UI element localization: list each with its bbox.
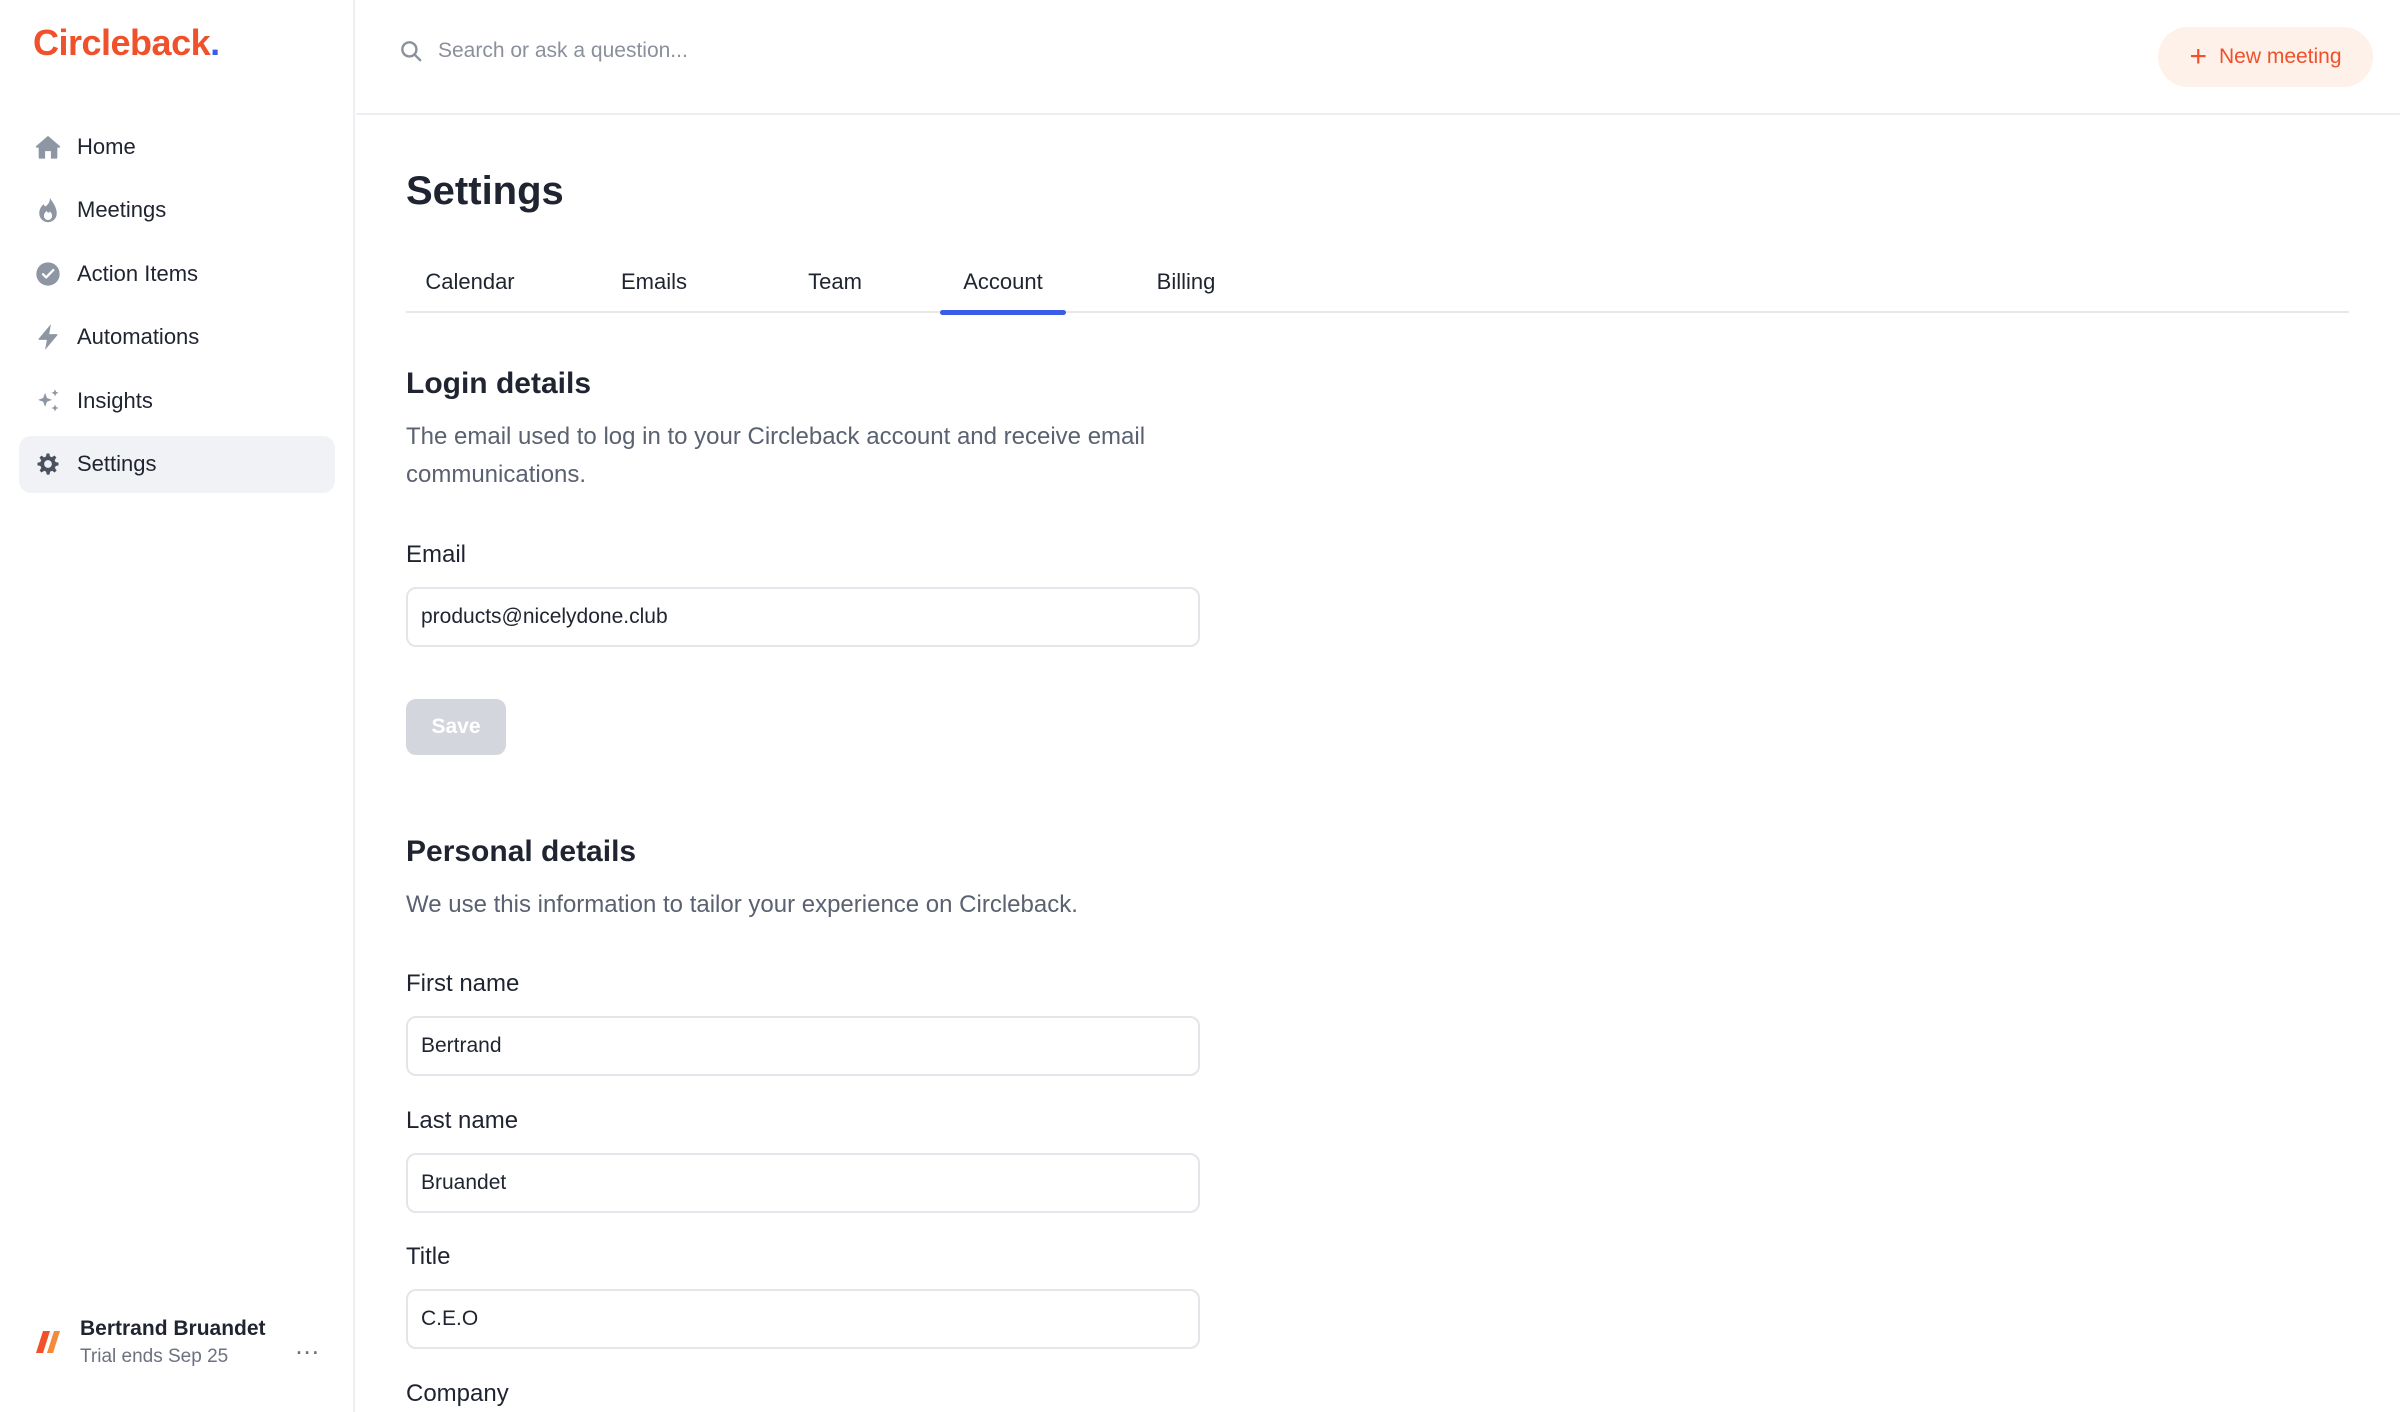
check-circle-icon (33, 259, 63, 289)
tab-billing[interactable]: Billing (1126, 267, 1246, 313)
login-details-description: The email used to log in to your Circleb… (406, 423, 1146, 488)
personal-details-title: Personal details (406, 835, 637, 868)
new-meeting-button[interactable]: + New meeting (2158, 27, 2373, 87)
personal-details-description: We use this information to tailor your e… (406, 891, 1078, 918)
sidebar-item-settings[interactable]: Settings (19, 435, 335, 493)
sidebar-item-label: Automations (77, 324, 200, 349)
sidebar-item-insights[interactable]: Insights (19, 372, 335, 429)
trial-status: Trial ends Sep 25 (80, 1345, 229, 1367)
new-meeting-label: New meeting (2218, 45, 2342, 68)
user-name: Bertrand Bruandet (80, 1316, 266, 1340)
sidebar-item-label: Meetings (77, 197, 167, 222)
main-content: Settings Calendar Emails Team Account Bi… (406, 115, 2400, 1412)
logo[interactable]: Circleback. (33, 22, 220, 64)
plus-icon: + (2189, 40, 2207, 73)
first-name-label: First name (406, 970, 520, 997)
flame-icon (33, 195, 63, 225)
tab-team[interactable]: Team (772, 267, 898, 313)
gear-icon (33, 449, 63, 479)
sidebar-item-home[interactable]: Home (19, 118, 335, 175)
sidebar-item-automations[interactable]: Automations (19, 309, 335, 366)
tab-account[interactable]: Account (940, 267, 1066, 315)
settings-tabs: Calendar Emails Team Account Billing (406, 267, 2349, 315)
page-title: Settings (406, 169, 564, 213)
save-button[interactable]: Save (406, 699, 506, 755)
sidebar-item-action-items[interactable]: Action Items (19, 245, 335, 302)
lightning-icon (33, 322, 63, 352)
topbar: + New meeting (356, 0, 2400, 115)
tab-calendar[interactable]: Calendar (406, 267, 534, 313)
company-label: Company (406, 1380, 509, 1407)
search-icon (401, 41, 422, 62)
sidebar-item-label: Action Items (77, 260, 199, 286)
sidebar-nav: Home Meetings Action Items Automations I… (19, 118, 335, 499)
tab-emails[interactable]: Emails (596, 267, 712, 313)
sidebar-item-label: Home (77, 133, 136, 159)
first-name-field[interactable] (406, 1016, 1200, 1076)
sidebar-item-label: Settings (77, 451, 157, 476)
search-input[interactable] (438, 39, 1038, 63)
logo-dot: . (210, 22, 220, 63)
sidebar-item-label: Insights (77, 387, 153, 413)
company-logo-icon (36, 1331, 60, 1353)
home-icon (33, 132, 63, 162)
user-profile[interactable]: Bertrand Bruandet Trial ends Sep 25 ... (30, 1312, 330, 1372)
logo-text: Circleback (33, 22, 211, 63)
sparkles-icon (33, 386, 63, 416)
title-field[interactable] (406, 1289, 1200, 1349)
last-name-label: Last name (406, 1107, 519, 1134)
search-bar (398, 38, 1038, 64)
login-details-title: Login details (406, 367, 592, 400)
sidebar: Circleback. Home Meetings Action Items A… (0, 0, 355, 1412)
email-field[interactable] (406, 587, 1200, 647)
email-label: Email (406, 541, 467, 568)
title-label: Title (406, 1243, 451, 1270)
last-name-field[interactable] (406, 1153, 1200, 1213)
user-text: Bertrand Bruandet Trial ends Sep 25 (80, 1317, 266, 1368)
more-options-icon[interactable]: ... (295, 1330, 320, 1361)
sidebar-item-meetings[interactable]: Meetings (19, 182, 335, 239)
